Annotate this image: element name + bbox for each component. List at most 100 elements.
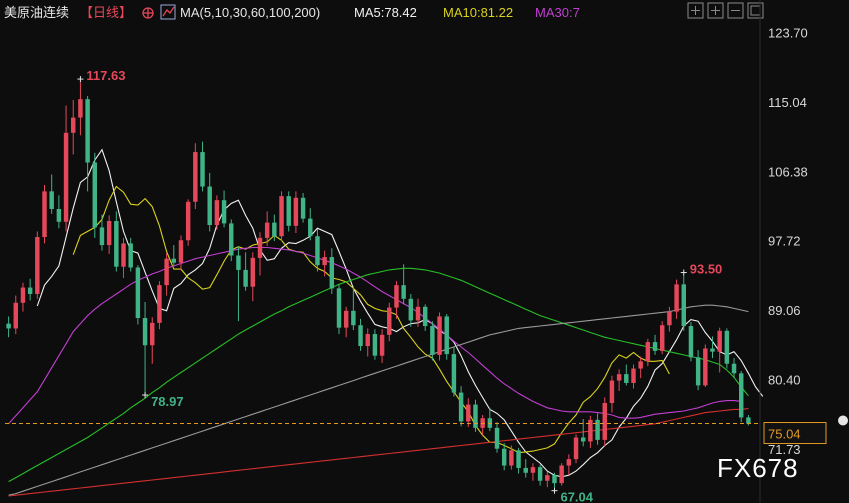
candle-body [509,450,514,466]
candle-body [20,287,26,303]
candle-body [315,236,320,266]
candle-body [674,284,679,312]
candle-body [372,334,378,356]
candle-body [559,465,564,484]
candle-body [695,357,701,386]
candle-body [236,255,241,270]
candle-body [279,196,284,237]
candle-body [286,196,291,226]
candle-body [6,323,11,329]
price-alert-icon-shape [838,415,848,426]
candle-body [659,325,665,351]
settings-icon[interactable] [142,7,154,19]
annotation-label: 78.97 [151,394,184,409]
candle-body [638,361,643,369]
candle-body [473,404,478,428]
candle-body [466,404,471,422]
candle-body [731,363,737,374]
candle-body [322,257,327,266]
candle-body [422,306,428,327]
candle-body [300,197,306,219]
candle-body [552,475,557,484]
candle-body [114,221,119,267]
candle-body [516,450,521,468]
candle-body [451,354,457,393]
candle-body [243,269,248,287]
candle-body [616,374,622,381]
candle-body [229,223,234,256]
candle-body [35,237,40,294]
candle-body [681,284,686,327]
candle-body [106,221,112,246]
y-tick-label: 115.04 [768,95,807,110]
candle-body [200,152,205,187]
candle-body [207,186,212,226]
candle-body [401,285,406,299]
candle-body [602,403,607,440]
candle-body [458,392,464,422]
candle-body [545,475,550,481]
candle-body [430,326,435,355]
candle-body [645,342,651,362]
candle-body [13,302,19,329]
candle-body [214,200,220,226]
candlestick-chart[interactable]: 美原油连续 【日线】 MA(5,10,30,60,100,200) MA5:78… [0,0,849,503]
ma30-label: MA30:7 [535,5,580,20]
y-tick-label: 97.72 [768,234,801,249]
candle-body [580,437,586,442]
candle-body [308,218,313,237]
watermark: FX678 [717,453,799,483]
candle-body [99,227,105,246]
candle-body [738,373,744,418]
chart-panel: 美原油连续 【日线】 MA(5,10,30,60,100,200) MA5:78… [0,0,849,503]
candle-body [142,318,148,346]
candle-body [121,243,126,267]
candle-body [336,288,342,328]
candle-body [329,257,335,289]
candle-body [387,307,392,335]
last-price-label: 75.04 [768,427,801,442]
candle-body [185,201,191,241]
candle-body [264,222,270,238]
chart-background [0,0,849,503]
candle-body [724,330,730,364]
candle-body [624,374,629,383]
candle-body [537,467,543,481]
annotation-label: 93.50 [690,262,723,277]
candle-body [171,258,177,263]
candle-body [501,448,507,466]
candle-body [56,208,62,222]
y-tick-label: 123.70 [768,25,808,40]
y-tick-label: 106.38 [768,164,808,179]
candle-body [42,191,47,238]
candle-body [27,287,33,294]
candle-body [566,459,572,466]
candle-body [157,285,162,323]
candle-body [523,467,528,473]
candle-body [652,342,658,351]
candle-body [135,267,141,319]
candle-body [343,310,349,328]
candle-body [63,132,69,222]
candle-body [85,99,90,163]
candle-body [193,152,198,202]
candle-body [609,380,615,404]
chart-header: 美原油连续 【日线】 MA(5,10,30,60,100,200) MA5:78… [4,4,580,20]
candle-body [178,240,184,263]
candle-body [164,258,169,286]
candle-body [49,191,54,209]
period-label[interactable]: 【日线】 [80,5,132,20]
candle-body [257,237,263,258]
candle-body [71,117,76,133]
candle-body [351,310,356,326]
candle-body [293,197,299,226]
candle-body [92,162,98,228]
candle-body [667,311,672,326]
ma-params-label[interactable]: MA(5,10,30,60,100,200) [180,5,320,20]
candle-body [746,417,751,424]
candle-body [444,316,449,355]
candle-body [415,306,421,321]
ma10-label: MA10:81.22 [443,5,513,20]
candle-body [408,298,414,321]
candle-body [573,437,579,460]
